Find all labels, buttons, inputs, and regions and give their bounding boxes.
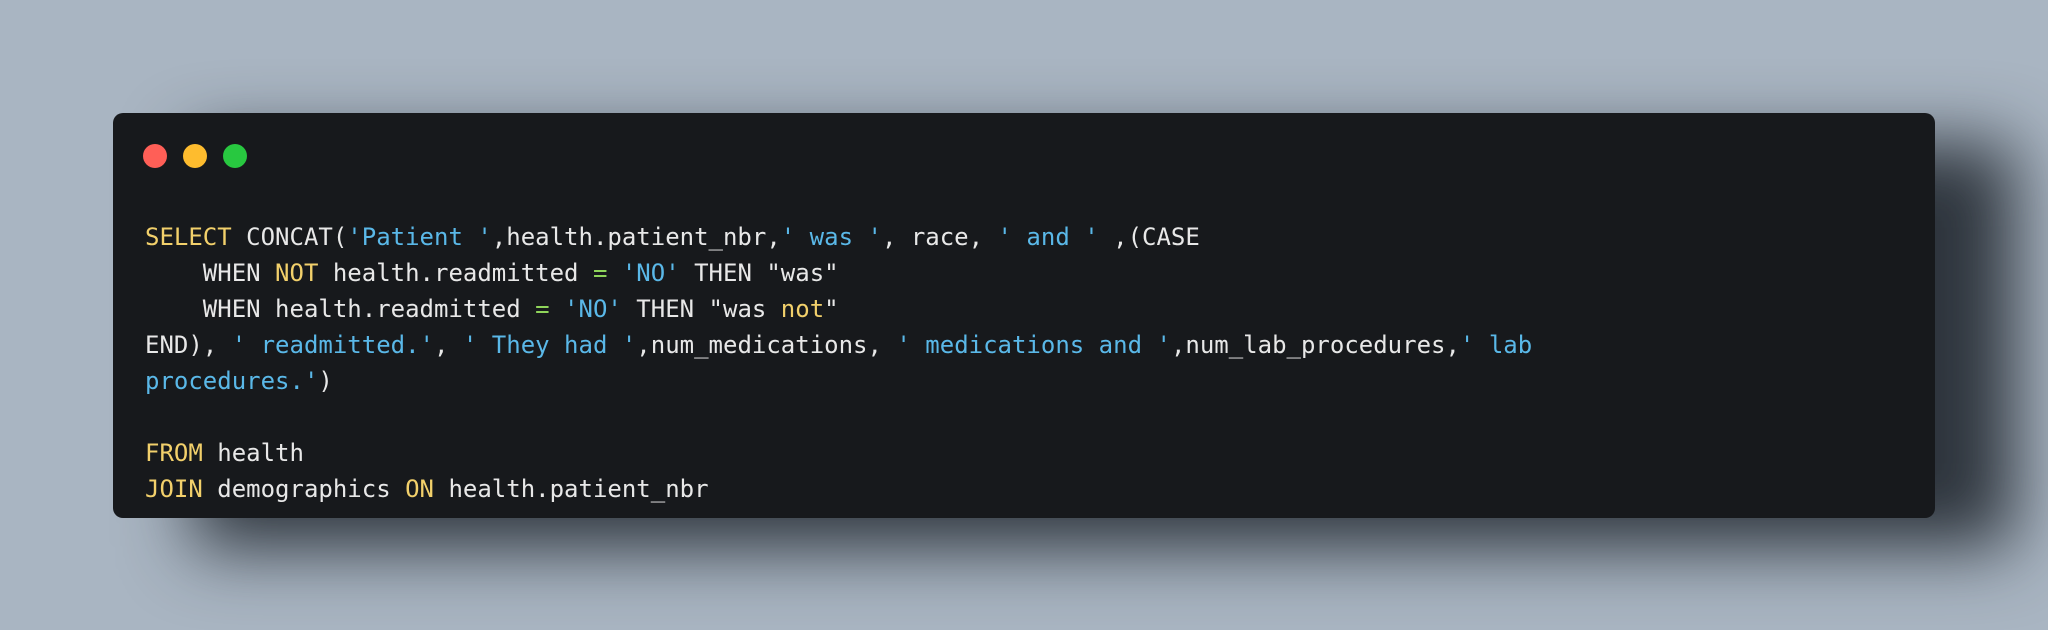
string-token: ' and ' xyxy=(997,223,1099,251)
text-token: CONCAT( xyxy=(231,223,348,251)
text-token: " xyxy=(824,295,839,323)
text-token: health.patient_nbr xyxy=(434,475,709,503)
string-token: 'NO' xyxy=(621,259,680,287)
text-token: THEN "was xyxy=(621,295,781,323)
code-line: FROM health xyxy=(145,435,1532,471)
operator-token: = xyxy=(535,295,550,323)
keyword-token: NOT xyxy=(275,259,319,287)
code-line: END), ' readmitted.', ' They had ',num_m… xyxy=(145,327,1532,363)
code-block: SELECT CONCAT('Patient ',health.patient_… xyxy=(145,219,1532,507)
string-token: ' medications and ' xyxy=(896,331,1171,359)
string-token: ' was ' xyxy=(780,223,882,251)
text-token: ,health.patient_nbr, xyxy=(491,223,781,251)
text-token: ) xyxy=(318,367,333,395)
code-window: SELECT CONCAT('Patient ',health.patient_… xyxy=(113,113,1935,518)
text-token: , race, xyxy=(881,223,998,251)
text-token: health.readmitted xyxy=(318,259,593,287)
string-token: ' lab xyxy=(1459,331,1533,359)
minimize-button[interactable] xyxy=(183,144,207,168)
text-token: health xyxy=(202,439,304,467)
keyword-token: FROM xyxy=(145,439,203,467)
keyword-token: SELECT xyxy=(145,223,232,251)
string-token: 'Patient ' xyxy=(347,223,492,251)
close-button[interactable] xyxy=(143,144,167,168)
operator-token: = xyxy=(592,259,608,287)
text-token: WHEN xyxy=(145,259,276,287)
string-token: ' readmitted.' xyxy=(231,331,434,359)
string-token: 'NO' xyxy=(564,295,622,323)
text-token: WHEN health.readmitted xyxy=(145,295,536,323)
keyword-token: not xyxy=(780,295,825,323)
text-token: THEN "was" xyxy=(679,259,839,287)
code-line: procedures.') xyxy=(145,363,1532,399)
text-token: END), xyxy=(145,331,232,359)
code-line: WHEN health.readmitted = 'NO' THEN "was … xyxy=(145,291,1532,327)
text-token: ,(CASE xyxy=(1098,223,1200,251)
text-token: ,num_medications, xyxy=(636,331,897,359)
code-line: SELECT CONCAT('Patient ',health.patient_… xyxy=(145,219,1532,255)
text-token: ,num_lab_procedures, xyxy=(1170,331,1460,359)
string-token: procedures.' xyxy=(145,367,319,395)
keyword-token: JOIN xyxy=(145,475,203,503)
text-token: , xyxy=(434,331,463,359)
keyword-token: ON xyxy=(405,475,434,503)
text-token: demographics xyxy=(202,475,406,503)
maximize-button[interactable] xyxy=(223,144,247,168)
code-line: JOIN demographics ON health.patient_nbr xyxy=(145,471,1532,507)
string-token: ' They had ' xyxy=(462,331,637,359)
code-line: WHEN NOT health.readmitted = 'NO' THEN "… xyxy=(145,255,1532,291)
